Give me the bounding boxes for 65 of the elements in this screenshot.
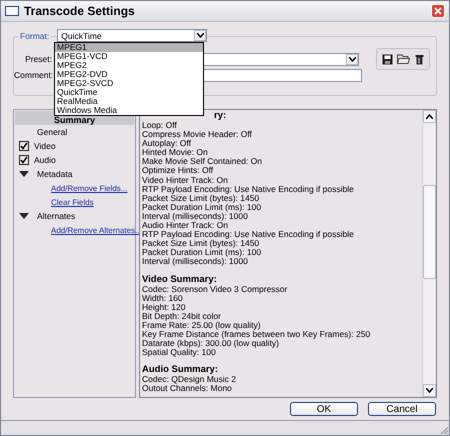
- summary-line: Packet Duration Limit (ms): 100: [142, 248, 262, 258]
- summary-line: Audio Hinter Track: On: [142, 221, 229, 230]
- checkbox[interactable]: [19, 141, 29, 151]
- dropdown-option[interactable]: RealMedia: [55, 97, 203, 106]
- summary-line: RTP Payload Encoding: Use Native Encoding if possible: [142, 230, 355, 240]
- summary-line: Frame Rate: 25.00 (low quality): [142, 320, 262, 330]
- scroll-down-button[interactable]: [423, 384, 436, 397]
- expand-arrow-icon[interactable]: [19, 171, 29, 177]
- sidebar-link[interactable]: Clear Fields: [51, 198, 94, 206]
- summary-line: Packet Size Limit (bytes): 1450: [142, 194, 260, 203]
- window-title: Transcode Settings: [24, 4, 136, 18]
- caret-icon: [196, 33, 204, 38]
- summary-line: Make Movie Self Contained: On: [142, 157, 264, 166]
- dropdown-option[interactable]: MPEG2-SVCD: [55, 79, 203, 88]
- summary-line: Width: 160: [142, 294, 184, 303]
- sidebar-item[interactable]: Audio: [34, 155, 56, 165]
- summary-line: Interval (milliseconds): 1000: [142, 212, 249, 222]
- caret-icon: [348, 56, 356, 62]
- dropdown-option[interactable]: MPEG2: [55, 61, 203, 70]
- caret-up-icon: [426, 114, 433, 119]
- section-heading: Video Summary:: [142, 274, 218, 284]
- summary-line: Packet Size Limit (bytes): 1450: [142, 239, 260, 248]
- format-dropdown[interactable]: QuickTime: [57, 29, 208, 42]
- section-heading: ry:: [213, 111, 228, 121]
- sidebar-link[interactable]: Add/Remove Alternates...: [51, 226, 142, 234]
- dialog-button[interactable]: Cancel: [368, 402, 436, 416]
- summary-line: Optimize Hints: Off: [142, 166, 214, 176]
- sidebar-link[interactable]: Add/Remove Fields...: [51, 184, 128, 192]
- summary-line: Codec: Sorenson Video 3 Compressor: [142, 284, 288, 294]
- summary-line: Interval (milliseconds): 1000: [142, 257, 249, 266]
- sidebar-item[interactable]: Alternates: [37, 211, 76, 221]
- resize-grip-icon[interactable]: [439, 425, 449, 435]
- format-label: Format:: [18, 30, 52, 40]
- dropdown-option[interactable]: MPEG1-VCD: [55, 52, 203, 61]
- checkbox[interactable]: [19, 155, 29, 165]
- scroll-up-button[interactable]: [423, 110, 436, 123]
- sidebar-item[interactable]: General: [37, 127, 68, 137]
- summary-line: RTP Payload Encoding: Use Native Encoding if possible: [142, 184, 355, 194]
- expand-arrow-icon[interactable]: [19, 213, 29, 219]
- caret-icon: [426, 388, 433, 393]
- dropdown-option[interactable]: MPEG2-DVD: [55, 70, 203, 79]
- summary-line: Outout Channels: Mono: [142, 384, 233, 394]
- scrollbar-thumb[interactable]: [423, 185, 436, 279]
- comment-label: Comment:: [14, 70, 52, 80]
- summary-line: Spatial Quality: 100: [142, 348, 217, 358]
- summary-line: Height: 120: [142, 302, 186, 312]
- dialog-button[interactable]: OK: [290, 402, 358, 416]
- summary-line: Key Frame Distance (frames between two Key Frames): 250: [142, 330, 372, 340]
- summary-line: Compress Movie Header: Off: [142, 130, 253, 140]
- close-button[interactable]: [431, 4, 445, 18]
- sidebar-item[interactable]: Video: [34, 141, 56, 151]
- summary-line: Bit Depth: 24bit color: [142, 312, 222, 321]
- summary-line: Loop: Off: [142, 121, 178, 130]
- summary-line: Hinted Movie: On: [142, 148, 209, 158]
- preset-label: Preset:: [24, 54, 52, 64]
- section-heading: Audio Summary:: [142, 365, 220, 376]
- window-icon: [5, 6, 19, 16]
- summary-line: Codec: QDesign Music 2: [142, 375, 238, 384]
- summary-line: Autoplay: Off: [142, 139, 192, 148]
- summary-line: Datarate (kbps): 300.00 (low quality): [142, 339, 280, 348]
- dropdown-option[interactable]: MPEG1: [55, 43, 203, 52]
- dropdown-option[interactable]: QuickTime: [55, 88, 203, 97]
- sidebar-item[interactable]: Metadata: [37, 169, 72, 179]
- summary-line: Video Hinter Track: On: [142, 176, 229, 185]
- summary-line: Packet Duration Limit (ms): 100: [142, 202, 262, 212]
